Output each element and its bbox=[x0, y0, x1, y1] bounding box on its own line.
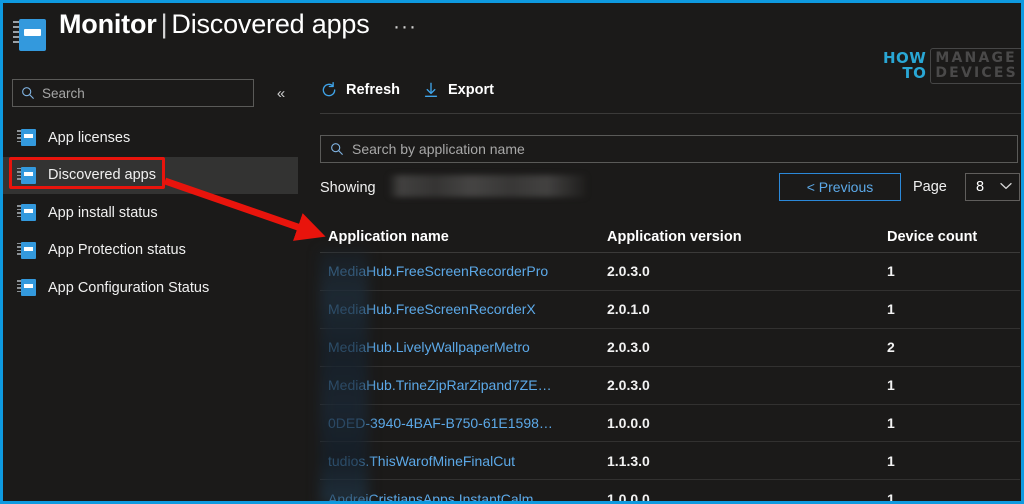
sidebar-item-app-configuration-status[interactable]: App Configuration Status bbox=[3, 269, 298, 307]
cell-device-count: 1 bbox=[887, 415, 895, 431]
cell-application-version: 2.0.3.0 bbox=[607, 377, 650, 394]
page-number-value: 8 bbox=[976, 179, 985, 195]
sidebar-item-label: App Configuration Status bbox=[48, 279, 210, 296]
table-header-row: Application name Application version Dev… bbox=[320, 221, 1020, 253]
sidebar-search-box[interactable] bbox=[12, 79, 254, 107]
sidebar-search-row: « bbox=[12, 79, 297, 109]
cell-device-count: 1 bbox=[887, 263, 895, 280]
export-button[interactable]: Export bbox=[422, 75, 494, 105]
notebook-icon bbox=[17, 279, 37, 297]
notebook-icon bbox=[17, 241, 37, 259]
title-bar: Monitor | Discovered apps ··· HOW TO MANAG… bbox=[3, 3, 1021, 84]
column-header-device-count[interactable]: Device count bbox=[887, 229, 1007, 245]
cell-application-name[interactable]: MediaHub.FreeScreenRecorderPro bbox=[320, 263, 607, 279]
application-search-input[interactable] bbox=[352, 141, 972, 157]
table-row[interactable]: MediaHub.LivelyWallpaperMetro 2.0.3.0 2 bbox=[320, 329, 1020, 367]
sidebar-item-label: App licenses bbox=[48, 129, 131, 146]
notebook-page bbox=[24, 29, 41, 36]
notebook-icon bbox=[17, 204, 37, 222]
cell-application-name[interactable]: 0DED-3940-4BAF-B750-61E1598… bbox=[320, 415, 607, 431]
page-label: Page bbox=[913, 179, 947, 195]
sidebar-item-discovered-apps[interactable]: Discovered apps bbox=[3, 156, 298, 194]
notebook-icon bbox=[17, 129, 37, 147]
cell-application-name[interactable]: tudios.ThisWarofMineFinalCut bbox=[320, 453, 607, 469]
discovered-apps-table: Application name Application version Dev… bbox=[320, 221, 1020, 504]
showing-label: Showing bbox=[320, 180, 376, 196]
search-icon bbox=[22, 87, 35, 100]
sidebar-nav-list: App licenses Discovered apps App install… bbox=[3, 119, 298, 307]
page-title: Monitor | Discovered apps bbox=[59, 9, 370, 40]
refresh-button[interactable]: Refresh bbox=[320, 75, 400, 105]
toolbar-divider bbox=[320, 113, 1021, 114]
cell-application-version: 1.0.0.0 bbox=[607, 490, 650, 504]
search-icon bbox=[331, 143, 344, 156]
cell-application-name[interactable]: MediaHub.FreeScreenRecorderX bbox=[320, 301, 607, 317]
column-header-application-name[interactable]: Application name bbox=[320, 229, 607, 245]
command-toolbar: Refresh Export bbox=[298, 71, 494, 109]
monitor-discovered-apps-window: Monitor | Discovered apps ··· HOW TO MANAG… bbox=[0, 0, 1024, 504]
application-search-box[interactable] bbox=[320, 135, 1018, 163]
cell-application-version: 2.0.1.0 bbox=[607, 301, 650, 318]
cell-device-count: 1 bbox=[887, 452, 895, 469]
showing-value-redacted bbox=[388, 175, 586, 197]
previous-page-button[interactable]: < Previous bbox=[779, 173, 901, 201]
export-label: Export bbox=[448, 82, 494, 98]
table-row[interactable]: tudios.ThisWarofMineFinalCut 1.1.3.0 1 bbox=[320, 442, 1020, 481]
table-row[interactable]: 0DED-3940-4BAF-B750-61E1598… 1.0.0.0 1 bbox=[320, 405, 1020, 443]
cell-application-name[interactable]: AndreiCristiansApps.InstantCalm… bbox=[320, 491, 607, 501]
cell-application-name[interactable]: MediaHub.TrineZipRarZipand7ZE… bbox=[320, 377, 607, 393]
refresh-label: Refresh bbox=[346, 82, 400, 98]
sidebar: « App licenses Discovered apps bbox=[3, 63, 298, 501]
main-panel: Refresh Export Showing < Previous bbox=[298, 63, 1021, 504]
cell-application-name[interactable]: MediaHub.LivelyWallpaperMetro bbox=[320, 339, 607, 355]
cell-application-version: 1.0.0.0 bbox=[607, 415, 650, 431]
sidebar-item-label: Discovered apps bbox=[48, 167, 156, 184]
sidebar-item-label: App install status bbox=[48, 204, 158, 221]
sidebar-item-label: App Protection status bbox=[48, 242, 186, 259]
cell-device-count: 1 bbox=[887, 377, 895, 394]
cell-device-count: 2 bbox=[887, 339, 895, 356]
cell-application-version: 1.1.3.0 bbox=[607, 452, 650, 469]
cell-device-count: 1 bbox=[887, 490, 895, 504]
cell-device-count: 1 bbox=[887, 301, 895, 318]
chevron-down-icon bbox=[1000, 181, 1012, 193]
more-menu-button[interactable]: ··· bbox=[393, 15, 417, 39]
table-row[interactable]: MediaHub.TrineZipRarZipand7ZE… 2.0.3.0 1 bbox=[320, 367, 1020, 405]
sidebar-item-app-protection-status[interactable]: App Protection status bbox=[3, 232, 298, 270]
download-icon bbox=[424, 82, 438, 97]
table-body: MediaHub.FreeScreenRecorderPro 2.0.3.0 1… bbox=[320, 253, 1020, 504]
monitor-notebook-icon bbox=[13, 19, 47, 51]
notebook-body bbox=[19, 19, 46, 51]
table-row[interactable]: AndreiCristiansApps.InstantCalm… 1.0.0.0… bbox=[320, 480, 1020, 504]
notebook-icon bbox=[17, 166, 37, 184]
column-header-application-version[interactable]: Application version bbox=[607, 229, 887, 245]
sidebar-collapse-button[interactable]: « bbox=[270, 83, 292, 105]
refresh-icon bbox=[322, 82, 336, 97]
sidebar-search-input[interactable] bbox=[42, 85, 242, 101]
page-title-separator: | bbox=[160, 9, 168, 39]
cell-application-version: 2.0.3.0 bbox=[607, 263, 650, 280]
table-row[interactable]: MediaHub.FreeScreenRecorderPro 2.0.3.0 1 bbox=[320, 253, 1020, 291]
cell-application-version: 2.0.3.0 bbox=[607, 339, 650, 356]
table-row[interactable]: MediaHub.FreeScreenRecorderX 2.0.1.0 1 bbox=[320, 291, 1020, 329]
sidebar-item-app-install-status[interactable]: App install status bbox=[3, 194, 298, 232]
page-number-select[interactable]: 8 bbox=[965, 173, 1020, 201]
showing-and-pagination-row: Showing < Previous Page 8 bbox=[320, 173, 1020, 209]
page-title-sub: Discovered apps bbox=[171, 9, 370, 39]
page-title-main: Monitor bbox=[59, 9, 157, 39]
sidebar-item-app-licenses[interactable]: App licenses bbox=[3, 119, 298, 157]
